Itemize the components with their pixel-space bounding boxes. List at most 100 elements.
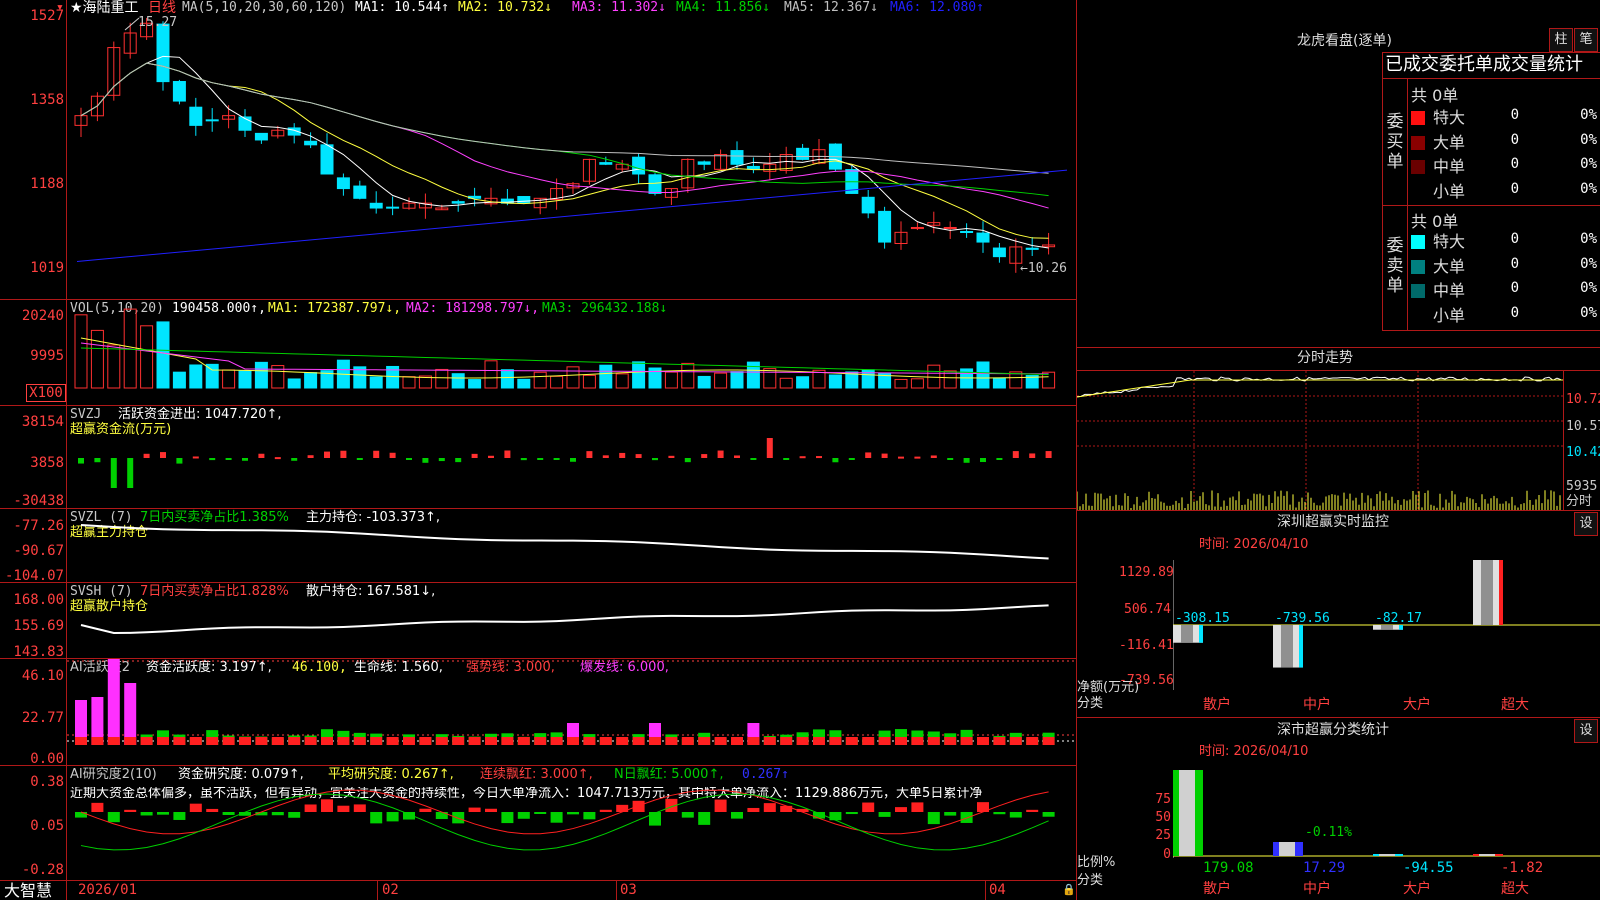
activity-base <box>239 737 251 745</box>
volume-bar <box>992 377 1006 389</box>
classify-bottom-value: 179.08 <box>1203 860 1254 876</box>
monitor-time: 时间: 2026/04/10 <box>1199 537 1309 552</box>
flow-bar <box>78 458 84 464</box>
research-bar <box>189 803 202 812</box>
research-bar <box>485 808 497 812</box>
research-bar <box>534 812 547 815</box>
research-bar <box>550 812 563 823</box>
volume-bar <box>254 361 268 389</box>
activity-base <box>813 737 825 745</box>
classify-bar-shade <box>1279 842 1295 856</box>
classify-bar-shade <box>1379 854 1395 856</box>
classify-cat: 大户 <box>1403 881 1431 897</box>
main-axis-tick: 1188 <box>30 176 64 192</box>
activity-base <box>124 737 137 745</box>
candle <box>320 144 334 175</box>
research-bar <box>75 812 87 818</box>
classify-ylabel: 比例% <box>1077 855 1116 870</box>
activity-base <box>665 737 678 745</box>
tab-bar-button[interactable]: 柱 <box>1549 28 1573 52</box>
high-mark: 15.27 <box>138 15 178 30</box>
sell-row-name: 中单 <box>1433 281 1466 300</box>
flow-bar <box>684 458 691 463</box>
minute-axis-tick: 10.57 <box>1566 419 1600 434</box>
minute-chart[interactable] <box>1077 371 1563 510</box>
monitor-bar-edge <box>1299 625 1303 668</box>
ai1-axis-tick: 22.77 <box>21 710 64 726</box>
flow-bar <box>668 455 675 458</box>
flow-bar <box>488 455 494 458</box>
volume-bar <box>582 374 596 389</box>
main-axis-tick: 1358 <box>30 92 64 108</box>
candle <box>386 206 400 209</box>
lock-icon[interactable]: 🔒 <box>1062 883 1076 897</box>
activity-base <box>173 737 186 745</box>
ai2-axis-tick: 0.38 <box>30 774 64 790</box>
classify-time: 时间: 2026/04/10 <box>1199 744 1309 759</box>
brand-logo[interactable]: 大智慧 <box>4 882 52 900</box>
monitor-chart: -308.15 -739.56 -82.17 1129.89 <box>1173 560 1600 690</box>
flow-bar <box>127 458 134 488</box>
flow-bar <box>143 453 150 458</box>
minute-vol-tick: 5935 <box>1566 479 1598 494</box>
candle <box>992 247 1006 258</box>
sell-row-pct: 0% <box>1580 304 1597 321</box>
svzj-axis-tick: 3858 <box>30 455 64 471</box>
activity-base <box>649 737 661 745</box>
activity-base <box>993 737 1006 745</box>
flow-bar <box>1045 451 1052 458</box>
research-bar <box>731 812 743 819</box>
minute-title: 分时走势 <box>1297 350 1353 366</box>
ai2-axis-tick: 0.05 <box>30 818 64 834</box>
monitor-bar-edge <box>1199 625 1203 643</box>
buy-row: 大单 <box>1411 129 1465 153</box>
volume-bar <box>107 344 121 389</box>
activity-base <box>1026 737 1039 745</box>
classify-settings-button[interactable]: 设 <box>1574 719 1598 743</box>
sell-row-count: 0 <box>1510 231 1519 247</box>
candle <box>189 106 203 126</box>
activity-base <box>862 737 875 745</box>
activity-base <box>157 737 169 745</box>
price-chart[interactable] <box>67 0 1076 299</box>
research-bar <box>1026 809 1039 812</box>
research-line <box>80 793 1049 851</box>
classify-cat: 超大 <box>1501 881 1529 897</box>
svzl-chart <box>80 524 1049 560</box>
minute-axis-tick: 10.42 <box>1566 445 1600 460</box>
volume-bar <box>468 379 482 389</box>
flow-bar <box>258 453 265 458</box>
volume-bar <box>238 370 252 389</box>
research-bar <box>91 802 104 812</box>
volume-bar <box>172 371 186 389</box>
volume-bar <box>90 329 104 389</box>
volume-bar <box>435 368 449 389</box>
vol-unit-button[interactable]: X100 <box>26 384 66 402</box>
buy-row-count: 0 <box>1510 180 1519 197</box>
main-axis-tick: 1527 <box>30 8 64 24</box>
flow-bar <box>192 456 199 459</box>
svsh-axis-tick: 168.00 <box>13 592 64 608</box>
activity-base <box>288 737 301 745</box>
ma5-line <box>80 62 1049 174</box>
tab-tick-button[interactable]: 笔 <box>1574 28 1598 52</box>
flow-bar <box>865 452 872 458</box>
flow-bar <box>520 458 527 461</box>
activity-base <box>878 737 891 745</box>
month-label: 03 <box>620 882 637 898</box>
volume-bar <box>1009 371 1023 389</box>
flow-bar <box>110 458 117 488</box>
monitor-settings-button[interactable]: 设 <box>1574 512 1598 536</box>
monitor-bar-shade <box>1481 560 1493 625</box>
candle <box>599 162 613 165</box>
flow-bar <box>340 450 347 458</box>
chart-area[interactable]: ▾ ★海陆重工 日线 MA(5,10,20,30,60,120) MA1: 10… <box>0 0 1077 900</box>
svzj-axis-tick: 38154 <box>21 414 64 430</box>
flow-bar <box>602 455 609 458</box>
svsh-axis-tick: 143.83 <box>13 644 64 660</box>
research-bar <box>271 812 284 816</box>
candle <box>632 156 646 175</box>
buy-row-name: 大单 <box>1433 132 1466 152</box>
candle <box>746 165 760 170</box>
flow-bar <box>652 458 658 461</box>
